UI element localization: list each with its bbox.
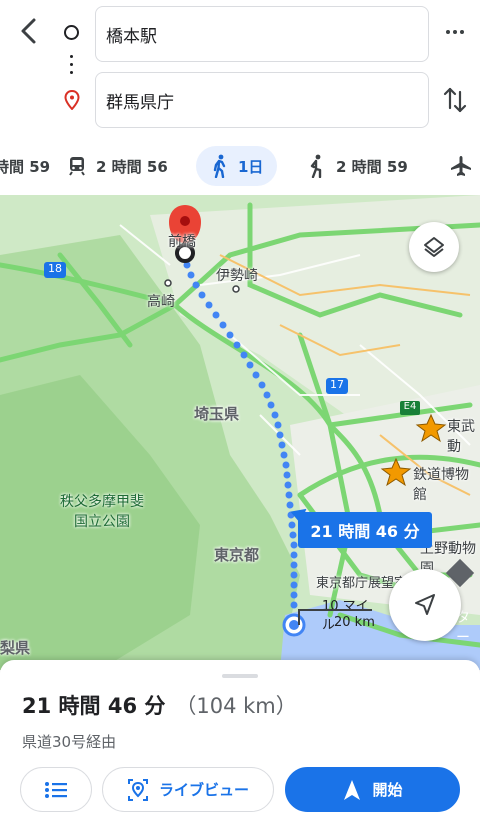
- origin-input[interactable]: 橋本駅: [95, 6, 429, 62]
- route-duration-callout[interactable]: 21 時間 46 分: [298, 512, 432, 548]
- tab-walk[interactable]: 1日: [196, 146, 278, 186]
- train-icon: [69, 157, 85, 176]
- tab-rideshare[interactable]: 2 時間 59: [306, 146, 408, 186]
- liveview-icon: [127, 778, 148, 801]
- route-shield-e4: E4: [403, 401, 417, 412]
- start-label: 開始: [372, 781, 403, 799]
- map-label-maebashi: 前橋: [168, 234, 196, 250]
- back-arrow-icon: [21, 18, 36, 44]
- list-icon: [45, 781, 67, 798]
- map-label-tokyo: 東京都: [214, 546, 260, 564]
- tab-flight[interactable]: [450, 146, 472, 186]
- tab-rideshare-label: 2 時間 59: [336, 157, 408, 176]
- map-scale: 10 マイル 20 km: [298, 595, 378, 633]
- layers-icon: [424, 237, 444, 257]
- sheet-handle[interactable]: [222, 674, 258, 678]
- liveview-label: ライブビュー: [158, 781, 249, 799]
- steps-button[interactable]: [20, 767, 92, 812]
- destination-input[interactable]: 群馬県庁: [95, 72, 429, 128]
- origin-circle-icon: [64, 25, 79, 40]
- swap-icon[interactable]: [440, 84, 470, 116]
- tab-transit-label: 2 時間 56: [96, 157, 168, 176]
- route-shield-17: 17: [330, 378, 344, 391]
- flight-icon: [451, 156, 471, 176]
- more-options-icon[interactable]: [440, 22, 470, 42]
- map-label-tobu: 東武動: [447, 419, 475, 455]
- map-label-railway-museum: 鉄道博物館: [413, 467, 469, 503]
- route-summary-sheet: 21 時間 46 分 （104 km） 県道30号経由 ライブビュー 開始: [0, 660, 480, 828]
- route-via: 県道30号経由: [22, 733, 117, 751]
- start-button[interactable]: 開始: [285, 767, 460, 812]
- layers-button[interactable]: [409, 222, 459, 272]
- route-summary: 21 時間 46 分 （104 km）: [22, 690, 297, 720]
- route-duration: 21 時間 46 分: [22, 694, 166, 718]
- scale-km: 20 km: [334, 615, 375, 630]
- map-label-chichibu-park: 秩父多摩甲斐 国立公園: [60, 494, 144, 530]
- map-label-takasaki: 高崎: [147, 294, 175, 310]
- map-label-saitama: 埼玉県: [194, 405, 240, 423]
- start-arrow-icon: [344, 779, 361, 800]
- liveview-button[interactable]: ライブビュー: [102, 767, 274, 812]
- tab-drive[interactable]: 時間 59: [0, 146, 50, 186]
- route-dots-icon: [70, 55, 74, 79]
- walk-icon: [213, 154, 226, 178]
- destination-pin-icon: [64, 90, 80, 110]
- map-label-isesaki: 伊勢崎: [216, 268, 258, 284]
- travel-mode-tabs: 時間 59 2 時間 56 1日 2 時間 59: [0, 146, 480, 186]
- tab-transit[interactable]: 2 時間 56: [66, 146, 168, 186]
- map-label-kanagawa: 梨県: [0, 639, 31, 657]
- map-view[interactable]: 前橋 高崎 伊勢崎 埼玉県 秩父多摩甲斐 国立公園 東京都 東武動 鉄道博物館 …: [0, 195, 480, 670]
- directions-header: 橋本駅 群馬県庁 時間 59 2 時間 56 1日 2 時間 59: [0, 0, 480, 195]
- my-location-button[interactable]: [389, 569, 461, 641]
- rideshare-icon: [310, 154, 322, 178]
- route-shield-18: 18: [48, 262, 62, 275]
- route-distance: （104 km）: [175, 694, 297, 718]
- tab-drive-label: 時間 59: [0, 157, 51, 176]
- tab-walk-label: 1日: [238, 157, 264, 176]
- back-button[interactable]: [14, 14, 44, 48]
- navigation-arrow-icon: [415, 594, 435, 615]
